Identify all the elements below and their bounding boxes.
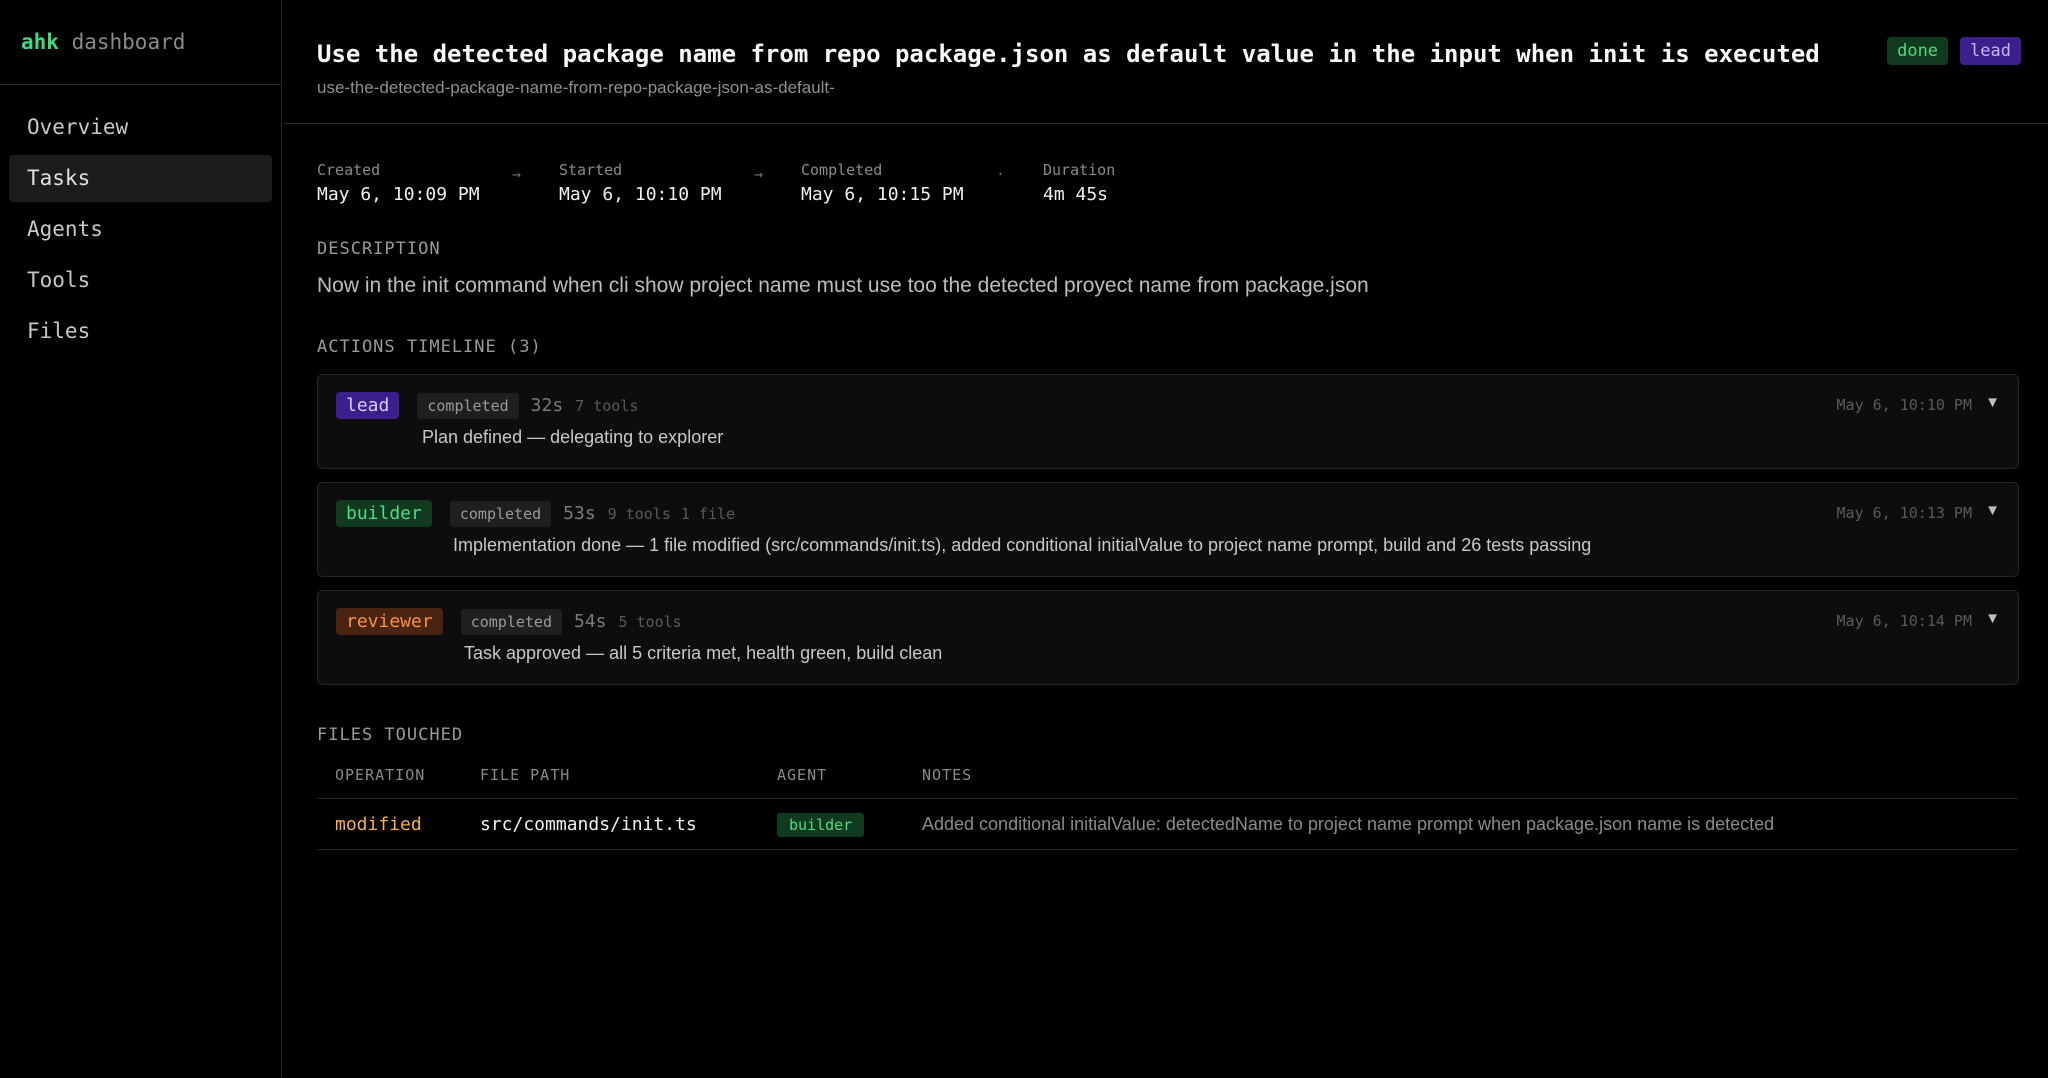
meta-started: Started May 6, 10:10 PM → bbox=[559, 161, 801, 205]
sidebar-item-overview[interactable]: Overview bbox=[9, 104, 272, 151]
chevron-down-icon[interactable]: ▼ bbox=[1985, 394, 2000, 411]
arrow-right-icon: → bbox=[512, 165, 522, 183]
meta-label: Started bbox=[559, 161, 623, 179]
meta-completed: Completed May 6, 10:15 PM · bbox=[801, 161, 1043, 205]
timeline-action-lead[interactable]: lead completed 32s 7 tools Plan defined … bbox=[317, 374, 2019, 469]
sidebar-item-tools[interactable]: Tools bbox=[9, 257, 272, 304]
chevron-down-icon[interactable]: ▼ bbox=[1985, 502, 2000, 519]
task-slug: use-the-detected-package-name-from-repo-… bbox=[317, 78, 835, 97]
files-table: OPERATION FILE PATH AGENT NOTES modified… bbox=[317, 766, 2018, 850]
action-summary: Plan defined — delegating to explorer bbox=[422, 427, 724, 447]
column-header-operation: OPERATION bbox=[317, 766, 462, 799]
brand-name-bold: ahk bbox=[21, 30, 59, 54]
agent-tag: builder bbox=[336, 500, 432, 527]
file-notes: Added conditional initialValue: detected… bbox=[904, 798, 2018, 850]
task-header: Use the detected package name from repo … bbox=[283, 0, 2048, 124]
status-chip: completed bbox=[449, 500, 552, 527]
column-header-agent: AGENT bbox=[759, 766, 904, 799]
task-detail: Created May 6, 10:09 PM → Started May 6,… bbox=[283, 161, 2019, 850]
action-tools-count: 9 tools bbox=[607, 504, 671, 523]
file-path[interactable]: src/commands/init.ts bbox=[462, 798, 759, 850]
column-header-file-path: FILE PATH bbox=[462, 766, 759, 799]
meta-duration: Duration 4m 45s bbox=[1043, 161, 1285, 205]
agent-badge: lead bbox=[1960, 37, 2021, 65]
timeline-heading: ACTIONS TIMELINE (3) bbox=[317, 337, 542, 357]
file-operation: modified bbox=[317, 798, 462, 850]
table-row[interactable]: modified src/commands/init.ts builder Ad… bbox=[317, 798, 2018, 850]
action-duration: 53s bbox=[563, 503, 596, 524]
action-header: reviewer completed 54s 5 tools bbox=[336, 608, 692, 635]
task-badges: done lead bbox=[1887, 37, 2021, 65]
actions-timeline: lead completed 32s 7 tools Plan defined … bbox=[317, 374, 2019, 685]
sidebar-item-files[interactable]: Files bbox=[9, 308, 272, 355]
sidebar-item-tasks[interactable]: Tasks bbox=[9, 155, 272, 202]
description-heading: DESCRIPTION bbox=[317, 239, 441, 259]
status-badge: done bbox=[1887, 37, 1949, 65]
meta-label: Duration bbox=[1043, 161, 1116, 179]
action-timestamp: May 6, 10:14 PM bbox=[1836, 612, 1972, 630]
brand[interactable]: ahk dashboard bbox=[0, 0, 281, 85]
meta-created: Created May 6, 10:09 PM → bbox=[317, 161, 559, 205]
action-summary: Task approved — all 5 criteria met, heal… bbox=[464, 643, 943, 663]
action-timestamp: May 6, 10:13 PM bbox=[1836, 504, 1972, 522]
sidebar-nav: Overview Tasks Agents Tools Files bbox=[0, 85, 281, 355]
timeline-action-builder[interactable]: builder completed 53s 9 tools 1 file Imp… bbox=[317, 482, 2019, 577]
arrow-right-icon: → bbox=[754, 165, 764, 183]
meta-value: May 6, 10:09 PM bbox=[317, 184, 480, 205]
action-duration: 32s bbox=[530, 395, 564, 416]
action-summary: Implementation done — 1 file modified (s… bbox=[453, 535, 1592, 555]
action-header: builder completed 53s 9 tools 1 file bbox=[336, 500, 745, 527]
action-tools-count: 7 tools bbox=[575, 396, 639, 415]
task-meta: Created May 6, 10:09 PM → Started May 6,… bbox=[317, 161, 2019, 205]
column-header-notes: NOTES bbox=[904, 766, 2018, 799]
files-heading: FILES TOUCHED bbox=[317, 725, 464, 745]
table-header-row: OPERATION FILE PATH AGENT NOTES bbox=[317, 766, 2018, 799]
agent-pill: builder bbox=[777, 813, 865, 837]
action-files-count: 1 file bbox=[680, 504, 736, 523]
page-title: Use the detected package name from repo … bbox=[317, 40, 1820, 68]
status-chip: completed bbox=[417, 392, 519, 419]
file-agent-cell: builder bbox=[759, 798, 904, 850]
agent-tag: lead bbox=[336, 392, 400, 419]
action-duration: 54s bbox=[573, 611, 607, 632]
action-tools-count: 5 tools bbox=[618, 612, 682, 631]
sidebar-item-agents[interactable]: Agents bbox=[9, 206, 272, 253]
meta-value: May 6, 10:10 PM bbox=[559, 184, 722, 205]
meta-value: 4m 45s bbox=[1043, 184, 1109, 205]
action-header: lead completed 32s 7 tools bbox=[336, 392, 648, 419]
brand-name-rest: dashboard bbox=[71, 30, 186, 54]
sidebar: ahk dashboard Overview Tasks Agents Tool… bbox=[0, 0, 282, 1078]
action-timestamp: May 6, 10:10 PM bbox=[1836, 396, 1972, 414]
dot-separator-icon: · bbox=[996, 165, 1006, 183]
meta-label: Completed bbox=[801, 161, 883, 179]
main-content: Use the detected package name from repo … bbox=[283, 0, 2048, 1078]
description-text: Now in the init command when cli show pr… bbox=[317, 274, 1369, 297]
agent-tag: reviewer bbox=[336, 608, 443, 635]
timeline-action-reviewer[interactable]: reviewer completed 54s 5 tools Task appr… bbox=[317, 590, 2019, 685]
chevron-down-icon[interactable]: ▼ bbox=[1985, 610, 2000, 627]
status-chip: completed bbox=[460, 608, 562, 635]
meta-label: Created bbox=[317, 161, 381, 179]
meta-value: May 6, 10:15 PM bbox=[801, 184, 964, 205]
